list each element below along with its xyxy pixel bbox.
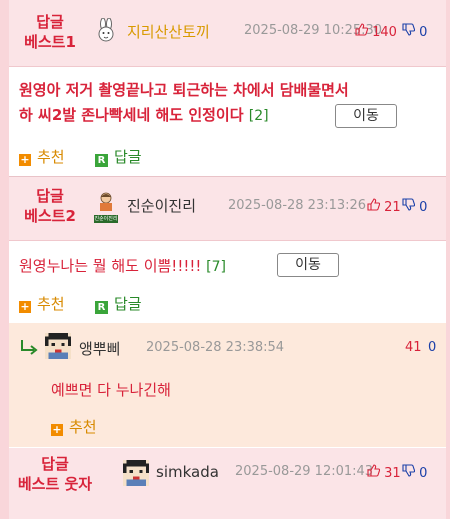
best-badge-line1: 답글 — [36, 13, 64, 31]
comment-header: 답글 베스트 웃자 simkada 2025-08-29 12:01:43 31… — [9, 448, 446, 519]
nickname[interactable]: 진순이진리 — [127, 195, 196, 216]
reply-arrow-icon — [21, 340, 38, 355]
comment-text-line2: 하 씨2발 존나빡세네 해도 인정이다 [2] — [19, 103, 349, 129]
user-avatar[interactable]: 진순이진리 — [94, 191, 118, 223]
comment-date: 2025-08-28 23:38:54 — [146, 340, 285, 355]
pixel-avatar-icon[interactable] — [123, 460, 149, 486]
downvote-count[interactable]: 0 — [428, 340, 436, 355]
character-icon — [100, 192, 112, 211]
comment-header: 답글 베스트1 지리산산토끼 2025-08-29 10:25:30 140 0 — [9, 0, 446, 67]
thumbs-up-icon — [355, 23, 372, 40]
upvote-count[interactable]: 41 — [405, 340, 422, 355]
reply-count[interactable]: [2] — [249, 108, 269, 124]
best-badge-line1: 답글 — [36, 187, 64, 205]
reply-count[interactable]: [7] — [206, 259, 226, 275]
best-badge-line1: 답글 — [41, 455, 69, 473]
upvote-count: 140 — [372, 25, 397, 40]
best-badge-line2: 베스트2 — [24, 207, 76, 225]
plus-icon: + — [19, 300, 31, 313]
plus-icon: + — [19, 153, 31, 166]
comment-date: 2025-08-28 23:13:26 — [228, 198, 367, 213]
recommend-label: 추천 — [69, 418, 97, 436]
comment-list: 답글 베스트1 지리산산토끼 2025-08-29 10:25:30 140 0… — [9, 0, 446, 519]
recommend-button[interactable]: + 추천 — [19, 293, 65, 314]
reply-label: 답글 — [114, 148, 142, 166]
best-badge-line2: 베스트1 — [24, 33, 76, 51]
downvote[interactable]: 0 — [402, 464, 427, 481]
plus-icon: + — [51, 423, 63, 436]
downvote-count: 0 — [419, 466, 428, 481]
comment-text-line2-body: 하 씨2발 존나빡세네 해도 인정이다 — [19, 106, 244, 124]
avatar-label: 진순이진리 — [94, 215, 118, 223]
recommend-label: 추천 — [37, 295, 65, 313]
thumbs-up-icon — [367, 464, 384, 481]
move-button[interactable]: 이동 — [335, 104, 397, 128]
recommend-button[interactable]: + 추천 — [51, 416, 97, 437]
upvote[interactable]: 31 — [367, 464, 401, 481]
reply-r-icon: R — [95, 154, 108, 167]
nickname[interactable]: 지리산산토끼 — [127, 21, 210, 42]
reply-button[interactable]: R 답글 — [95, 293, 142, 314]
downvote[interactable]: 0 — [402, 23, 427, 40]
comment-text: 원영아 저거 촬영끝나고 퇴근하는 차에서 담배물면서 하 씨2발 존나빡세네 … — [19, 78, 349, 129]
best-badge: 답글 베스트2 — [15, 186, 85, 226]
best-badge-line2: 베스트 웃자 — [17, 475, 93, 493]
upvote[interactable]: 21 — [367, 198, 401, 215]
comment-header: 답글 베스트2 진순이진리 진순이진리 2025-08-28 23:13:26 … — [9, 177, 446, 241]
comment-text-body: 원영누나는 뭘 해도 이쁨!!!!! — [19, 257, 202, 275]
recommend-button[interactable]: + 추천 — [19, 146, 65, 167]
comment-text: 예쁘면 다 누나긴해 — [51, 381, 171, 399]
downvote-count: 0 — [419, 200, 428, 215]
comment-date: 2025-08-29 12:01:43 — [235, 464, 374, 479]
upvote-count: 31 — [384, 466, 401, 481]
nickname[interactable]: 앵뿌삐 — [79, 338, 120, 359]
thumbs-down-icon — [402, 23, 419, 40]
downvote-count: 0 — [419, 25, 428, 40]
downvote[interactable]: 0 — [402, 198, 427, 215]
nested-reply: 앵뿌삐 2025-08-28 23:38:54 41 0 예쁘면 다 누나긴해 … — [9, 323, 446, 447]
thumbs-down-icon — [402, 464, 419, 481]
move-button[interactable]: 이동 — [277, 253, 339, 277]
recommend-label: 추천 — [37, 148, 65, 166]
nickname[interactable]: simkada — [156, 463, 219, 481]
thumbs-down-icon — [402, 198, 419, 215]
upvote[interactable]: 140 — [355, 23, 397, 40]
reply-button[interactable]: R 답글 — [95, 146, 142, 167]
pixel-avatar-icon[interactable] — [45, 333, 71, 359]
best-badge: 답글 베스트1 — [15, 12, 85, 52]
comment-text-line1: 원영아 저거 촬영끝나고 퇴근하는 차에서 담배물면서 — [19, 81, 349, 99]
reply-r-icon: R — [95, 301, 108, 314]
comment-text: 원영누나는 뭘 해도 이쁨!!!!! [7] — [19, 254, 226, 280]
reply-label: 답글 — [114, 295, 142, 313]
upvote-count: 21 — [384, 200, 401, 215]
rabbit-icon — [98, 18, 114, 42]
best-badge: 답글 베스트 웃자 — [15, 454, 95, 494]
thumbs-up-icon — [367, 198, 384, 215]
